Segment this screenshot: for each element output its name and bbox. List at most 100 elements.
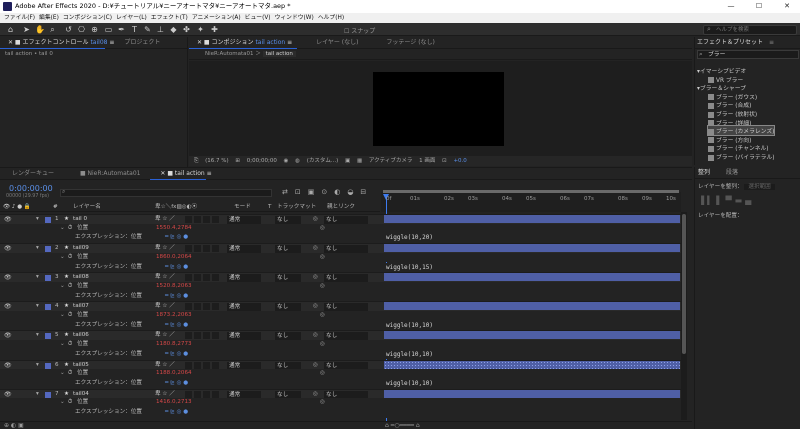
pickwhip-icon[interactable]: ◎ bbox=[313, 390, 318, 399]
pickwhip-icon[interactable]: ◎ bbox=[320, 311, 325, 321]
eye-icon[interactable]: 👁 bbox=[4, 273, 12, 282]
puppet-pin-tool-icon[interactable]: ✦ bbox=[196, 25, 205, 34]
transparency-icon[interactable]: ▦ bbox=[357, 156, 362, 166]
layer-name[interactable]: tail09 bbox=[73, 244, 89, 253]
layer-switches[interactable]: 卑 ☆ ／ bbox=[155, 215, 175, 224]
stopwatch-icon[interactable]: ⏱ bbox=[68, 311, 72, 321]
expand-chevron-icon[interactable]: ⌄ bbox=[60, 311, 65, 321]
roto-brush-tool-icon[interactable]: ✤ bbox=[182, 25, 191, 34]
expand-chevron-icon[interactable]: ⌄ bbox=[60, 282, 65, 292]
expression-buttons[interactable]: ═ ⊵ ◎ ● bbox=[165, 350, 188, 360]
maximize-button[interactable]: ☐ bbox=[746, 0, 772, 13]
menu-item[interactable]: レイヤー(L) bbox=[116, 13, 147, 23]
layer-name[interactable]: tail04 bbox=[73, 390, 89, 399]
parent-select[interactable]: なし bbox=[324, 390, 368, 399]
brush-tool-icon[interactable]: ✎ bbox=[143, 25, 152, 34]
label-color[interactable] bbox=[45, 391, 51, 398]
timecode-display[interactable]: 0;00;00;00 bbox=[247, 156, 277, 166]
property-row[interactable]: ⌄ ⏱ 位置 1520.8,2063 ◎ bbox=[0, 281, 684, 292]
expand-chevron-icon[interactable]: ▾ bbox=[36, 273, 39, 282]
expression-buttons[interactable]: ═ ⊵ ◎ ● bbox=[165, 379, 188, 389]
breadcrumb-item[interactable]: tail action bbox=[262, 51, 296, 57]
pickwhip-icon[interactable]: ◎ bbox=[320, 224, 325, 234]
rectangle-tool-icon[interactable]: ▭ bbox=[104, 25, 113, 34]
layer-switches[interactable]: 卑 ☆ ／ bbox=[155, 390, 175, 399]
always-preview-icon[interactable]: ⎘ bbox=[194, 156, 198, 166]
tab-paragraph[interactable]: 段落 bbox=[726, 169, 738, 176]
expand-chevron-icon[interactable]: ⌄ bbox=[60, 253, 65, 263]
snapshot-icon[interactable]: ◉ bbox=[284, 156, 289, 166]
tab-effects-presets[interactable]: エフェクト＆プリセット bbox=[697, 39, 763, 46]
zoom-select[interactable]: (16.7 %) bbox=[205, 156, 229, 166]
property-value[interactable]: 1520.8,2063 bbox=[156, 282, 192, 292]
mode-select[interactable]: 通常 bbox=[227, 245, 261, 253]
expression-row[interactable]: ═ ⊵ ◎ ● エクスプレッション：位置 wiggle(10,10) bbox=[0, 349, 684, 360]
timeline-timecode[interactable]: 0:00:00:00 bbox=[9, 184, 53, 193]
parent-select[interactable]: なし bbox=[324, 303, 368, 311]
layer-duration-bar[interactable] bbox=[384, 331, 680, 340]
property-value[interactable]: 1416.0,2713 bbox=[156, 398, 192, 408]
expand-chevron-icon[interactable]: ⌄ bbox=[60, 369, 65, 379]
property-value[interactable]: 1860.0,2064 bbox=[156, 253, 192, 263]
pickwhip-icon[interactable]: ◎ bbox=[313, 302, 318, 311]
track-matte-select[interactable]: なし bbox=[275, 361, 301, 370]
work-area-bar[interactable] bbox=[383, 190, 679, 193]
zoom-tool-icon[interactable]: ⌕ bbox=[48, 25, 57, 34]
stopwatch-icon[interactable]: ⏱ bbox=[68, 340, 72, 350]
layer-duration-bar[interactable] bbox=[384, 215, 680, 223]
expression-buttons[interactable]: ═ ⊵ ◎ ● bbox=[165, 292, 188, 302]
expression-text[interactable]: wiggle(10,10) bbox=[386, 379, 433, 389]
property-row[interactable]: ⌄ ⏱ 位置 1416.0,2713 ◎ bbox=[0, 398, 684, 408]
track-matte-select[interactable]: なし bbox=[275, 332, 301, 341]
layer-switches[interactable]: 卑 ☆ ／ bbox=[155, 273, 175, 282]
menu-icon[interactable]: ≡ bbox=[769, 39, 774, 46]
switch-box[interactable] bbox=[194, 274, 201, 282]
roi-icon[interactable]: ▣ bbox=[345, 156, 350, 166]
switch-box[interactable] bbox=[203, 303, 210, 311]
layer-name[interactable]: tail06 bbox=[73, 331, 89, 340]
type-tool-icon[interactable]: T bbox=[130, 25, 139, 34]
menu-item[interactable]: アニメーション(A) bbox=[192, 13, 241, 23]
layer-duration-bar[interactable] bbox=[384, 244, 680, 253]
close-button[interactable]: ✕ bbox=[774, 0, 800, 13]
switch-box[interactable] bbox=[194, 216, 201, 223]
switch-box[interactable] bbox=[203, 390, 210, 398]
expression-text[interactable]: wiggle(10,10) bbox=[386, 321, 433, 331]
switch-box[interactable] bbox=[203, 361, 210, 369]
property-value[interactable]: 1873.2,2063 bbox=[156, 311, 192, 321]
layer-switches[interactable]: 卑 ☆ ／ bbox=[155, 361, 175, 370]
property-value[interactable]: 1550.4,2784 bbox=[156, 224, 192, 234]
pin-tool-icon[interactable]: ✚ bbox=[210, 25, 219, 34]
layer-duration-bar[interactable] bbox=[384, 360, 680, 369]
stopwatch-icon[interactable]: ⏱ bbox=[68, 224, 72, 234]
menu-item[interactable]: エフェクト(T) bbox=[151, 13, 188, 23]
switch-box[interactable] bbox=[212, 303, 219, 311]
expression-text[interactable]: wiggle(10,10) bbox=[386, 350, 433, 360]
home-icon[interactable]: ⌂ bbox=[6, 25, 15, 34]
expression-buttons[interactable]: ═ ⊵ ◎ ● bbox=[165, 233, 188, 243]
property-row[interactable]: ⌄ ⏱ 位置 1860.0,2064 ◎ bbox=[0, 252, 684, 263]
eye-icon[interactable]: 👁 bbox=[4, 390, 12, 399]
camera-tool-icon[interactable]: ⎔ bbox=[77, 25, 86, 34]
layer-switches[interactable]: 卑 ☆ ／ bbox=[155, 331, 175, 340]
label-color[interactable] bbox=[45, 362, 51, 369]
track-matte-select[interactable]: なし bbox=[275, 216, 301, 224]
mode-select[interactable]: 通常 bbox=[227, 216, 261, 224]
property-row[interactable]: ⌄ ⏱ 位置 1873.2,2063 ◎ bbox=[0, 311, 684, 321]
track-matte-select[interactable]: なし bbox=[275, 390, 301, 399]
tab-layer[interactable]: レイヤー (なし) bbox=[316, 37, 358, 48]
property-value[interactable]: 1180.8,2773 bbox=[156, 340, 192, 350]
eye-icon[interactable]: 👁 bbox=[4, 244, 12, 253]
mode-select[interactable]: 通常 bbox=[227, 361, 261, 370]
switch-box[interactable] bbox=[212, 245, 219, 253]
switch-box[interactable] bbox=[185, 361, 192, 369]
render-icon[interactable]: ⊡ bbox=[442, 156, 447, 166]
switch-box[interactable] bbox=[194, 361, 201, 369]
menu-item[interactable]: コンポジション(C) bbox=[63, 13, 112, 23]
tab-nier-automata[interactable]: ■ NieR:Automata01 bbox=[80, 168, 141, 179]
expression-row[interactable]: ═ ⊵ ◎ ● エクスプレッション：位置 wiggle(10,15) bbox=[0, 262, 684, 273]
layer-name[interactable]: tail05 bbox=[73, 361, 89, 370]
parent-select[interactable]: なし bbox=[324, 245, 368, 253]
track-matte-header[interactable]: トラックマット bbox=[277, 203, 316, 212]
pickwhip-icon[interactable]: ◎ bbox=[320, 282, 325, 292]
